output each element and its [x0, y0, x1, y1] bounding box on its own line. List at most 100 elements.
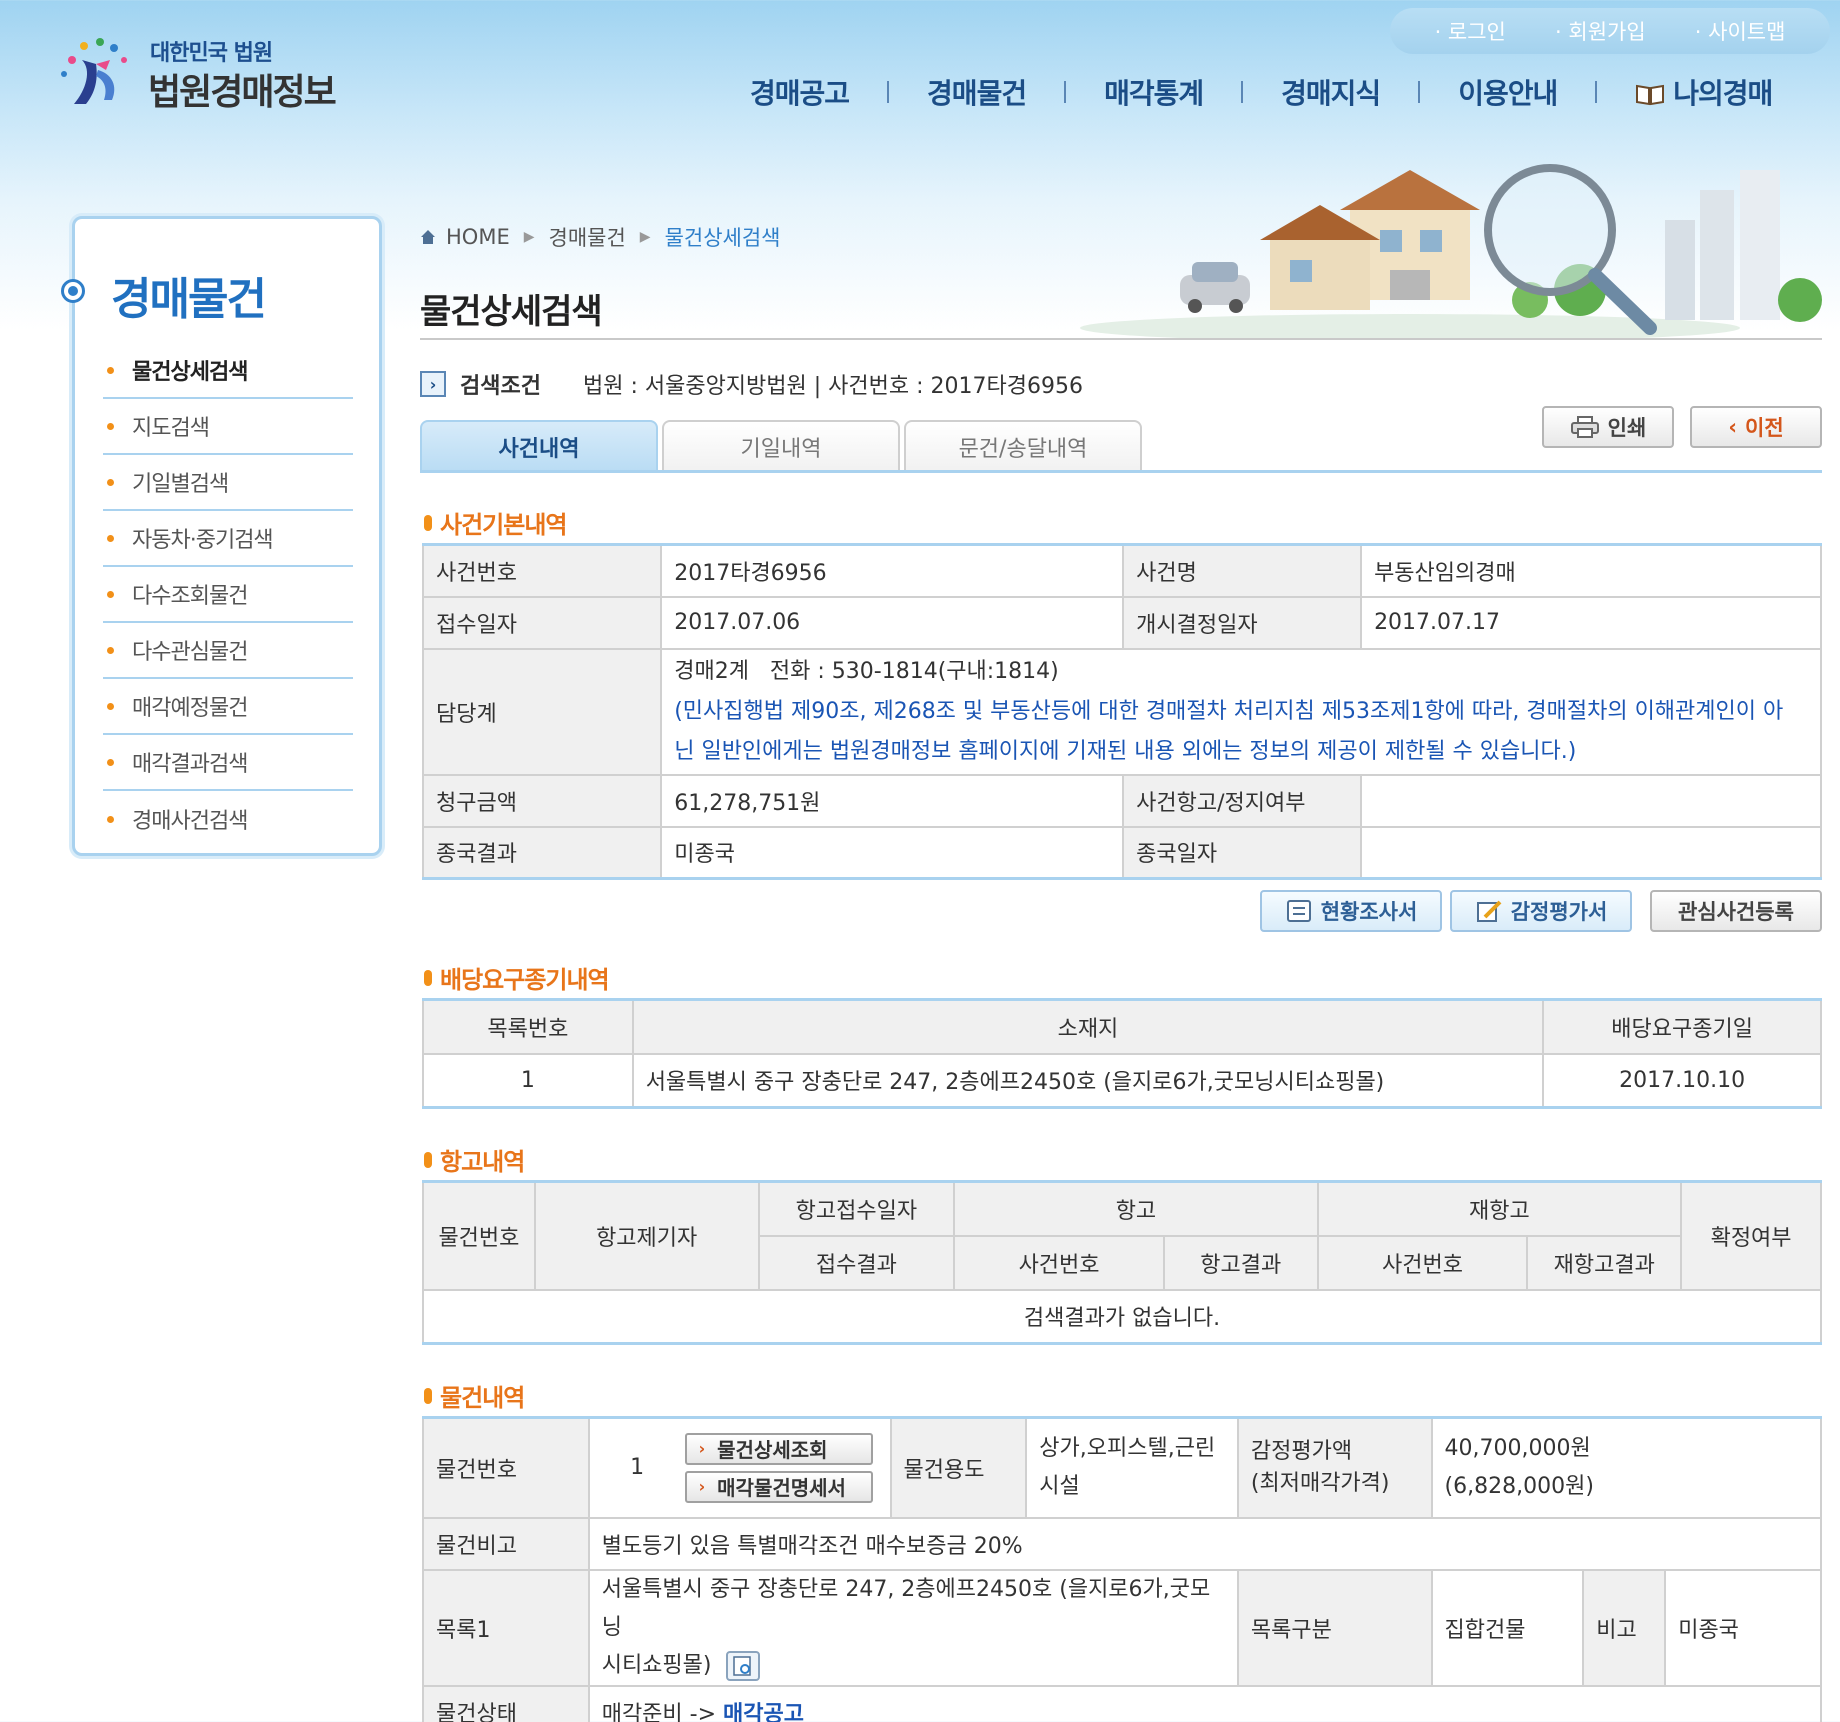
sidebar-item-detail-search[interactable]: 물건상세검색: [103, 343, 353, 399]
dividend-header-address: 소재지: [631, 998, 1545, 1055]
appeal-header-appeal-no: 사건번호: [953, 1234, 1165, 1291]
condition-arrow-icon: ›: [420, 371, 446, 397]
item-use-line-2: 시설: [1039, 1473, 1080, 1499]
utility-links: 로그인 회원가입 사이트맵: [1390, 8, 1830, 54]
appeal-header-reappeal-result: 재항고결과: [1526, 1234, 1683, 1291]
dividend-table: 목록번호 소재지 배당요구종기일 1 서울특별시 중구 장충단로 247, 2층…: [422, 998, 1822, 1109]
appraisal-value: 40,700,000원: [1444, 1435, 1591, 1461]
signup-link[interactable]: 회원가입: [1555, 16, 1645, 46]
final-date-label: 종국일자: [1122, 825, 1363, 880]
list-type-label: 목록구분: [1236, 1568, 1433, 1687]
case-no-label: 사건번호: [421, 543, 663, 598]
sidebar-item-most-interest[interactable]: 다수관심물건: [103, 623, 353, 679]
appraisal-label-cell: 감정평가액 (최저매각가격): [1236, 1416, 1433, 1519]
appeal-table: 물건번호 항고제기자 항고접수일자 항고 재항고 확정여부 접수결과 사건번호 …: [422, 1180, 1822, 1345]
search-condition-label: 검색조건: [460, 374, 541, 399]
case-name-label: 사건명: [1122, 543, 1363, 598]
breadcrumb-home[interactable]: HOME: [446, 225, 510, 249]
appraisal-button[interactable]: 감정평가서: [1450, 890, 1632, 932]
sidebar-item-vehicle-search[interactable]: 자동차·중기검색: [103, 511, 353, 567]
dividend-header-no: 목록번호: [422, 998, 634, 1055]
appeal-header-final: 확정여부: [1680, 1180, 1822, 1291]
logo-title: 법원경매정보: [148, 72, 337, 113]
claim-amount-value: 61,278,751원: [660, 773, 1125, 828]
list-type-value: 집합건물: [1430, 1568, 1585, 1687]
print-button[interactable]: 인쇄: [1542, 406, 1674, 448]
status-report-label: 현황조사서: [1320, 900, 1418, 924]
nav-auction-notice[interactable]: 경매공고: [750, 72, 850, 112]
tab-case-history[interactable]: 사건내역: [420, 420, 658, 472]
sidebar-item-map-search[interactable]: 지도검색: [103, 399, 353, 455]
appeal-header-appeal-result: 항고결과: [1162, 1234, 1319, 1291]
department-phone: 경매2계 전화 : 530-1814(구내:1814): [674, 658, 1059, 684]
home-icon: [421, 230, 435, 244]
appeal-header-received-date: 항고접수일자: [757, 1180, 956, 1237]
breadcrumb: HOME ▶ 경매물건 ▶ 물건상세검색: [420, 222, 780, 252]
nav-auction-items[interactable]: 경매물건: [927, 72, 1027, 112]
item-detail-button[interactable]: › 물건상세조회: [684, 1432, 873, 1465]
sidebar-item-scheduled-sale[interactable]: 매각예정물건: [103, 679, 353, 735]
appeal-status-label: 사건항고/정지여부: [1122, 773, 1363, 828]
nav-my-auction[interactable]: 나의경매: [1635, 72, 1773, 112]
login-link[interactable]: 로그인: [1435, 16, 1506, 46]
start-date-label: 개시결정일자: [1122, 595, 1363, 650]
item-buttons-cell: › 물건상세조회 › 매각물건명세서: [684, 1416, 892, 1519]
nav-my-auction-label: 나의경매: [1673, 77, 1773, 110]
breadcrumb-arrow-icon: ▶: [523, 229, 535, 245]
sale-statement-button[interactable]: › 매각물건명세서: [684, 1470, 873, 1503]
dividend-row-no: 1: [422, 1052, 634, 1109]
appraisal-label: 감정평가서: [1510, 900, 1608, 924]
sale-notice-link[interactable]: 매각공고: [723, 1702, 804, 1722]
sale-statement-label: 매각물건명세서: [717, 1476, 846, 1501]
appeal-status-value: [1360, 773, 1822, 828]
print-label: 인쇄: [1607, 416, 1647, 440]
nav-usage-guide[interactable]: 이용안내: [1458, 72, 1558, 112]
court-emblem-icon: [61, 38, 127, 104]
item-no-value: 1: [587, 1416, 685, 1519]
nav-divider: [1241, 81, 1244, 103]
appeal-header-appeal: 항고: [953, 1180, 1319, 1237]
document-view-icon[interactable]: [725, 1650, 761, 1682]
chevron-right-icon: ›: [698, 1439, 706, 1459]
final-result-value: 미종국: [660, 825, 1125, 880]
interest-register-button[interactable]: 관심사건등록: [1650, 890, 1822, 932]
received-date-value: 2017.07.06: [660, 595, 1125, 650]
final-result-label: 종국결과: [421, 825, 663, 880]
status-report-button[interactable]: 현황조사서: [1260, 890, 1442, 932]
sitemap-link[interactable]: 사이트맵: [1695, 16, 1785, 46]
appeal-header-item: 물건번호: [422, 1180, 536, 1291]
pencil-document-icon: [1476, 900, 1502, 922]
sidebar-item-most-viewed[interactable]: 다수조회물건: [103, 567, 353, 623]
sidebar-item-date-search[interactable]: 기일별검색: [103, 455, 353, 511]
nav-divider: [1595, 81, 1598, 103]
tab-date-history[interactable]: 기일내역: [662, 420, 900, 472]
title-divider: [420, 338, 1822, 340]
site-logo[interactable]: 대한민국 법원 법원경매정보: [52, 30, 352, 113]
back-button[interactable]: ‹ 이전: [1690, 406, 1822, 448]
nav-sale-statistics[interactable]: 매각통계: [1104, 72, 1204, 112]
department-value: 경매2계 전화 : 530-1814(구내:1814) (민사집행법 제90조,…: [660, 647, 1822, 776]
list-address-cell: 서울특별시 중구 장충단로 247, 2층에프2450호 (을지로6가,굿모닝 …: [587, 1568, 1239, 1687]
tab-document-history[interactable]: 문건/송달내역: [904, 420, 1142, 472]
main-navigation: 경매공고 경매물건 매각통계 경매지식 이용안내 나의경매: [750, 72, 1773, 112]
page-title: 물건상세검색: [420, 292, 603, 332]
nav-auction-knowledge[interactable]: 경매지식: [1281, 72, 1381, 112]
sidebar-item-case-search[interactable]: 경매사건검색: [103, 791, 353, 847]
nav-divider: [1064, 81, 1067, 103]
list-address-line-1: 서울특별시 중구 장충단로 247, 2층에프2450호 (을지로6가,굿모닝: [601, 1576, 1211, 1640]
legal-notice-line-1: (민사집행법 제90조, 제268조 및 부동산등에 대한 경매절차 처리지침 …: [674, 698, 1784, 724]
section-title-items: 물건내역: [424, 1378, 525, 1413]
sidebar-item-sale-results[interactable]: 매각결과검색: [103, 735, 353, 791]
header-illustration: [1080, 164, 1822, 340]
item-detail-label: 물건상세조회: [717, 1438, 828, 1463]
dividend-header-deadline: 배당요구종기일: [1542, 998, 1822, 1055]
appeal-header-filer: 항고제기자: [533, 1180, 760, 1291]
appeal-header-reappeal-no: 사건번호: [1316, 1234, 1529, 1291]
item-remark-label: 물건비고: [422, 1516, 590, 1571]
item-remark-value: 별도등기 있음 특별매각조건 매수보증금 20%: [587, 1516, 1823, 1571]
breadcrumb-auction-items[interactable]: 경매물건: [549, 222, 626, 252]
nav-divider: [887, 81, 890, 103]
breadcrumb-current: 물건상세검색: [664, 226, 781, 250]
section-title-case-basic: 사건기본내역: [424, 505, 567, 540]
case-no-value: 2017타경6956: [660, 543, 1125, 598]
